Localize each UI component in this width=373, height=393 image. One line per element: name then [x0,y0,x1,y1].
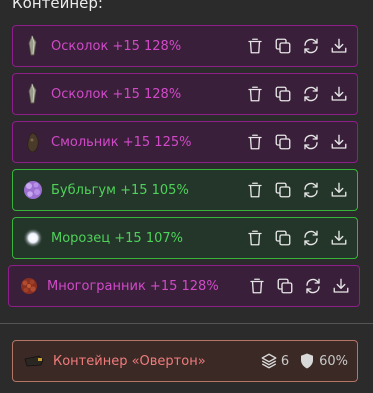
trash-icon[interactable] [246,275,268,297]
shield-icon [301,353,314,369]
trash-icon[interactable] [244,83,266,105]
container-label: Контейнер «Овертон» [53,353,206,369]
swap-icon[interactable] [300,131,322,153]
divider [0,323,373,324]
layers-icon [261,353,277,369]
download-icon[interactable] [330,275,352,297]
container-panel: Контейнер: Осколок +15 128% Осколок +15 … [0,0,373,393]
download-icon[interactable] [328,35,350,57]
artifact-label: Осколок +15 128% [51,38,182,54]
download-icon[interactable] [328,131,350,153]
panel-title: Контейнер: [12,0,103,12]
trash-icon[interactable] [244,131,266,153]
protection-stat: 60% [298,352,348,370]
swap-icon[interactable] [300,83,322,105]
polyhedron-icon [18,275,40,297]
copy-icon[interactable] [272,131,294,153]
artifact-label: Смольник +15 125% [51,134,192,150]
shard-icon [22,83,44,105]
swap-icon[interactable] [300,227,322,249]
copy-icon[interactable] [272,227,294,249]
copy-icon[interactable] [272,83,294,105]
swap-icon[interactable] [302,275,324,297]
artifact-label: Многогранник +15 128% [47,278,219,294]
artifact-item-1[interactable]: Осколок +15 128% [12,25,358,67]
swap-icon[interactable] [300,179,322,201]
shard-icon [22,35,44,57]
frost-icon [22,227,44,249]
artifact-label: Морозец +15 107% [51,230,183,246]
artifact-item-6[interactable]: Многогранник +15 128% [8,265,360,307]
slots-stat: 6 [260,352,289,370]
copy-icon[interactable] [272,179,294,201]
protection-value: 60% [319,353,348,369]
trash-icon[interactable] [244,227,266,249]
trash-icon[interactable] [244,179,266,201]
artifact-item-2[interactable]: Осколок +15 128% [12,73,358,115]
copy-icon[interactable] [272,35,294,57]
artifact-item-3[interactable]: Смольник +15 125% [12,121,358,163]
download-icon[interactable] [328,83,350,105]
copy-icon[interactable] [274,275,296,297]
artifact-item-5[interactable]: Морозец +15 107% [12,217,358,259]
artifact-label: Осколок +15 128% [51,86,182,102]
tar-icon [22,131,44,153]
container-icon [23,350,45,372]
trash-icon[interactable] [244,35,266,57]
swap-icon[interactable] [300,35,322,57]
slots-value: 6 [280,353,290,369]
bubblegum-icon [22,179,44,201]
artifact-item-4[interactable]: Бубльгум +15 105% [12,169,358,211]
download-icon[interactable] [328,179,350,201]
artifact-label: Бубльгум +15 105% [51,182,189,198]
container-selector[interactable]: Контейнер «Овертон» 6 60% [12,340,358,382]
download-icon[interactable] [328,227,350,249]
